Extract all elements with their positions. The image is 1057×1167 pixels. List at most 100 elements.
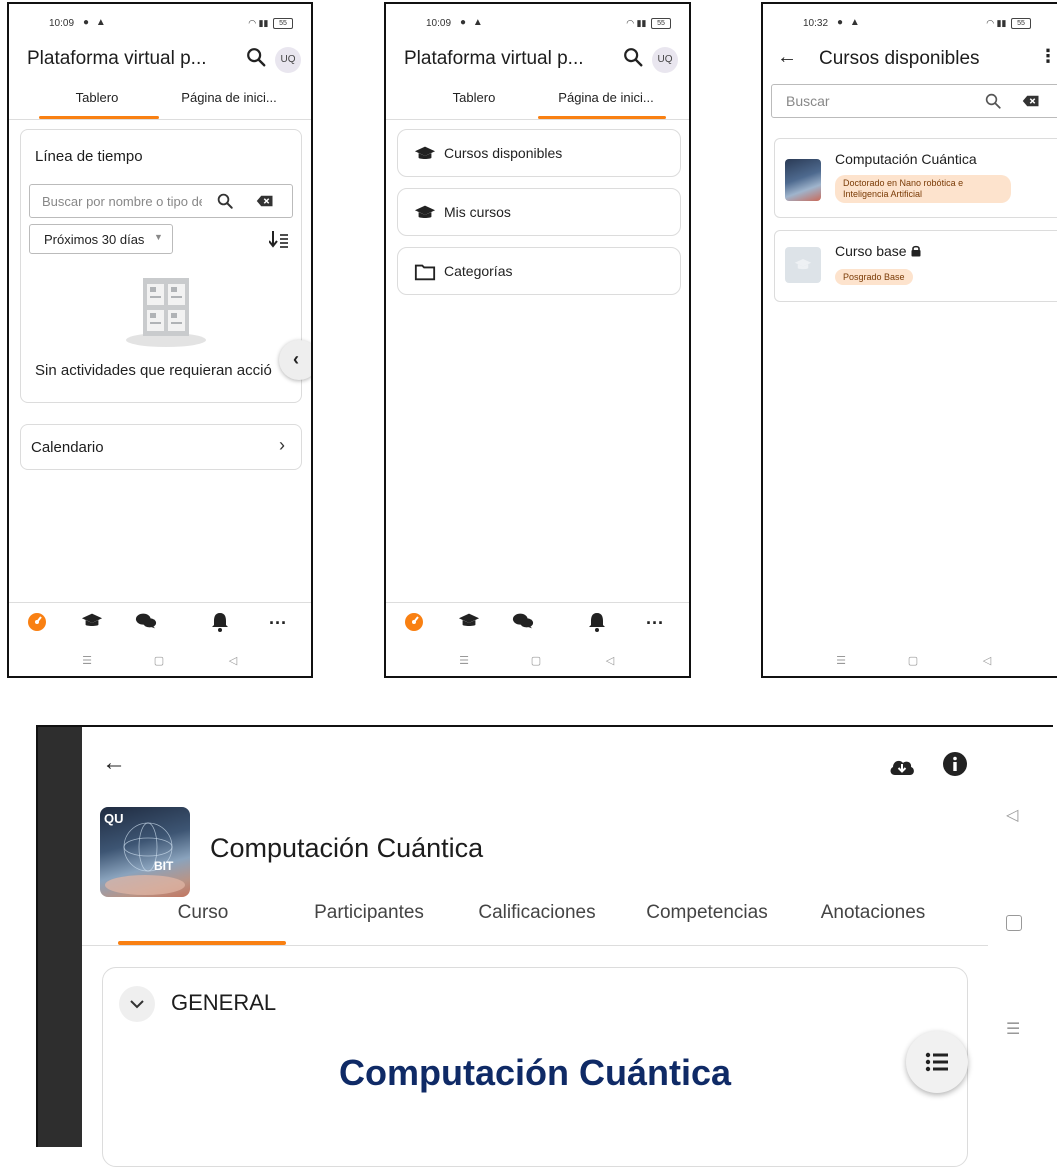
notifications-nav-icon[interactable] (209, 612, 231, 634)
chevron-right-icon: › (279, 435, 285, 455)
search-icon[interactable] (245, 46, 267, 68)
bottom-nav-divider (9, 602, 311, 603)
back-system-icon[interactable]: ◁ (1006, 805, 1018, 825)
chevron-left-icon: ‹ (293, 349, 299, 369)
phone-screen-available-courses: 10:32 ● ▲ ◠ ▮▮ 55 ← Cursos disponibles ⋮… (761, 2, 1057, 678)
calendar-label: Calendario (31, 439, 104, 456)
timeline-search-input[interactable]: Buscar por nombre o tipo de (29, 184, 293, 218)
dashboard-nav-icon[interactable] (403, 612, 425, 634)
tab-dashboard[interactable]: Tablero (414, 90, 534, 105)
course-thumbnail: QU BIT (100, 807, 190, 897)
thumbnail-text-bottom: BIT (154, 859, 174, 873)
status-right-icons: ◠ ▮▮ 55 (986, 18, 1031, 30)
list-item-categories[interactable]: Categorías (397, 247, 681, 295)
info-icon[interactable] (942, 751, 968, 777)
home-system-icon[interactable]: ▢ (151, 654, 167, 668)
search-icon[interactable] (984, 92, 1002, 110)
calendar-card[interactable]: Calendario › (20, 424, 302, 470)
course-card[interactable]: Computación Cuántica Doctorado en Nano r… (774, 138, 1057, 218)
left-dark-rail (38, 727, 82, 1147)
status-time: 10:09 (49, 18, 75, 29)
search-icon[interactable] (216, 192, 234, 210)
notification-icons: ● ▲ (837, 17, 862, 28)
messages-nav-icon[interactable] (512, 612, 534, 634)
phone-screen-dashboard: 10:09 ● ▲ ◠ ▮▮ 55 Plataforma virtual p..… (7, 2, 313, 678)
messages-nav-icon[interactable] (135, 612, 157, 634)
tab-home-page[interactable]: Página de inici... (159, 90, 299, 105)
battery-icon: 55 (651, 18, 671, 30)
tab-participants[interactable]: Participantes (300, 902, 438, 924)
course-title: Computación Cuántica (210, 833, 484, 863)
recents-system-icon[interactable]: ☰ (833, 654, 849, 668)
tab-competencies[interactable]: Competencias (632, 902, 782, 924)
status-right-icons: ◠ ▮▮ 55 (626, 18, 671, 30)
search-input[interactable]: Buscar (771, 84, 1057, 118)
avatar[interactable]: UQ (275, 47, 301, 73)
page-title: Cursos disponibles (819, 48, 980, 69)
date-filter-select[interactable]: Próximos 30 días ▼ (29, 224, 173, 254)
cloud-download-icon[interactable] (888, 755, 916, 777)
recents-system-icon[interactable]: ☰ (1006, 1019, 1020, 1039)
course-index-button[interactable] (906, 1031, 968, 1093)
section-card: GENERAL Computación Cuántica (102, 967, 968, 1167)
tab-divider (82, 945, 988, 946)
notification-icons: ● ▲ (83, 17, 108, 28)
status-bar: 10:32 ● ▲ ◠ ▮▮ 55 (803, 17, 1039, 32)
search-placeholder: Buscar (786, 93, 830, 109)
course-category-badge: Posgrado Base (835, 269, 913, 285)
list-item-available-courses[interactable]: Cursos disponibles (397, 129, 681, 177)
bottom-nav-divider (386, 602, 689, 603)
back-system-icon[interactable]: ◁ (225, 654, 241, 668)
course-name: Computación Cuántica (835, 151, 977, 167)
tab-grades[interactable]: Calificaciones (462, 902, 612, 924)
recents-system-icon[interactable]: ☰ (456, 654, 472, 668)
courses-nav-icon[interactable] (458, 612, 480, 634)
timeline-title: Línea de tiempo (35, 148, 143, 165)
graduation-cap-icon (414, 205, 436, 219)
tab-divider (9, 119, 311, 120)
home-system-icon[interactable]: ▢ (905, 654, 921, 668)
notification-icons: ● ▲ (460, 17, 485, 28)
sort-icon[interactable] (269, 230, 289, 248)
list-item-my-courses[interactable]: Mis cursos (397, 188, 681, 236)
back-system-icon[interactable]: ◁ (602, 654, 618, 668)
dashboard-nav-icon[interactable] (26, 612, 48, 634)
empty-timeline-illustration (126, 278, 206, 347)
phone-screen-home: 10:09 ● ▲ ◠ ▮▮ 55 Plataforma virtual p..… (384, 2, 691, 678)
home-system-icon[interactable]: ▢ (528, 654, 544, 668)
avatar[interactable]: UQ (652, 47, 678, 73)
clear-input-icon[interactable] (256, 194, 274, 208)
course-heading: Computación Cuántica (338, 1052, 732, 1093)
tab-notes[interactable]: Anotaciones (802, 902, 944, 924)
back-system-icon[interactable]: ◁ (979, 654, 995, 668)
thumbnail-text-top: QU (104, 811, 124, 826)
overflow-menu-icon[interactable]: ⋮ (1039, 46, 1057, 67)
drawer-toggle-button[interactable]: ‹ (279, 340, 311, 380)
courses-nav-icon[interactable] (81, 612, 103, 634)
more-nav-icon[interactable]: ··· (644, 612, 666, 634)
course-card[interactable]: Curso base Posgrado Base (774, 230, 1057, 302)
tab-course[interactable]: Curso (118, 902, 288, 924)
timeline-card: Línea de tiempo Buscar por nombre o tipo… (20, 129, 302, 403)
tab-home-page[interactable]: Página de inici... (536, 90, 676, 105)
notifications-nav-icon[interactable] (586, 612, 608, 634)
section-title: GENERAL (171, 990, 277, 1015)
course-name-row: Curso base (835, 243, 922, 259)
app-title: Plataforma virtual p... (404, 48, 584, 69)
search-icon[interactable] (622, 46, 644, 68)
home-system-icon[interactable] (1006, 915, 1022, 931)
status-time: 10:32 (803, 18, 829, 29)
course-name: Curso base (835, 243, 907, 259)
chevron-down-icon (130, 1000, 144, 1009)
caret-down-icon: ▼ (154, 232, 163, 242)
recents-system-icon[interactable]: ☰ (79, 654, 95, 668)
clear-input-icon[interactable] (1022, 94, 1040, 108)
status-time: 10:09 (426, 18, 452, 29)
more-nav-icon[interactable]: ··· (267, 612, 289, 634)
course-page-screen: ← QU BIT Computación Cuántica Curso Part… (36, 725, 1053, 1167)
back-arrow-icon[interactable]: ← (777, 46, 797, 69)
tab-dashboard[interactable]: Tablero (37, 90, 157, 105)
back-arrow-icon[interactable]: ← (102, 749, 126, 777)
course-category-badge: Doctorado en Nano robótica e Inteligenci… (835, 175, 1011, 203)
collapse-section-button[interactable] (119, 986, 155, 1022)
